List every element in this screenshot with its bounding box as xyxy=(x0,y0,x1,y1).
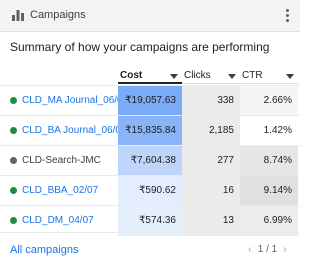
cost-cell: ₹590.62 xyxy=(118,176,182,206)
summary-text: Summary of how your campaigns are perfor… xyxy=(10,40,270,54)
chevron-right-icon[interactable]: › xyxy=(280,244,290,255)
ctr-cell: 1.42% xyxy=(240,116,298,146)
chevron-left-icon[interactable]: ‹ xyxy=(245,244,255,255)
dropdown-arrow-icon[interactable] xyxy=(286,74,294,79)
clicks-cell: 16 xyxy=(182,176,240,206)
bar-chart-icon xyxy=(12,10,24,21)
more-options-icon[interactable] xyxy=(280,6,294,24)
column-header-cost[interactable]: Cost xyxy=(118,68,182,84)
campaign-name-link[interactable]: CLD_BBA_02/07 xyxy=(22,185,98,196)
status-dot-icon xyxy=(10,157,17,164)
all-campaigns-link[interactable]: All campaigns xyxy=(10,244,78,256)
dropdown-arrow-icon[interactable] xyxy=(228,74,236,79)
campaign-name-link[interactable]: CLD_MA Journal_06/06 xyxy=(22,95,128,106)
status-dot-icon xyxy=(10,127,17,134)
table-header: Cost Clicks CTR xyxy=(0,68,300,84)
table-row: CLD_MA Journal_06/06 ₹19,057.63 338 2.66% xyxy=(0,85,300,116)
page-indicator: 1 / 1 xyxy=(257,244,278,255)
pagination: ‹ 1 / 1 › xyxy=(245,244,290,255)
clicks-cell: 2,185 xyxy=(182,116,240,146)
campaign-name-link[interactable]: CLD-Search-JMC xyxy=(22,155,101,166)
cost-cell: ₹7,604.38 xyxy=(118,146,182,176)
cost-cell: ₹19,057.63 xyxy=(118,86,182,116)
table-row: CLD_BA Journal_06/06 ₹15,835.84 2,185 1.42% xyxy=(0,115,300,146)
card-title: Campaigns xyxy=(30,9,86,21)
campaign-name-link[interactable]: CLD_DM_04/07 xyxy=(22,215,94,226)
ctr-cell: 9.14% xyxy=(240,176,298,206)
campaigns-card: Campaigns Summary of how your campaigns … xyxy=(0,0,300,266)
card-header: Campaigns xyxy=(0,0,300,32)
cost-cell: ₹15,835.84 xyxy=(118,116,182,146)
table-row: CLD-Search-JMC ₹7,604.38 277 8.74% xyxy=(0,145,300,176)
status-dot-icon xyxy=(10,97,17,104)
status-dot-icon xyxy=(10,187,17,194)
clicks-cell: 338 xyxy=(182,86,240,116)
campaign-name-link[interactable]: CLD_BA Journal_06/06 xyxy=(22,125,127,136)
column-header-ctr[interactable]: CTR xyxy=(240,68,298,84)
ctr-cell: 2.66% xyxy=(240,86,298,116)
column-header-clicks[interactable]: Clicks xyxy=(182,68,240,84)
dropdown-arrow-icon[interactable] xyxy=(170,74,178,79)
clicks-cell: 277 xyxy=(182,146,240,176)
card-footer: All campaigns ‹ 1 / 1 › xyxy=(0,232,300,267)
status-dot-icon xyxy=(10,217,17,224)
ctr-cell: 8.74% xyxy=(240,146,298,176)
table-row: CLD_BBA_02/07 ₹590.62 16 9.14% xyxy=(0,175,300,206)
